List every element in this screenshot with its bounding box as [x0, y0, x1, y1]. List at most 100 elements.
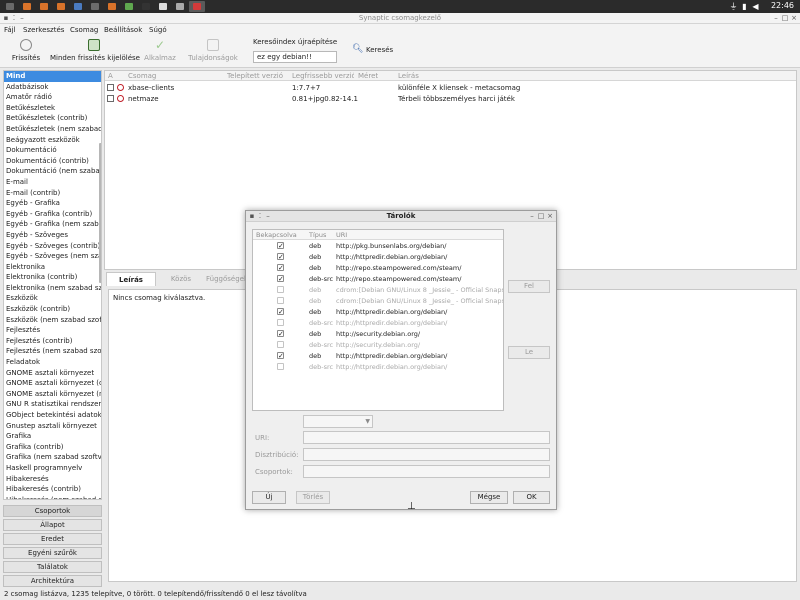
- table-row[interactable]: xbase-clients 1:7.7+7 különféle X kliensek…: [105, 83, 796, 93]
- taskbar-app-2-icon[interactable]: [36, 1, 52, 12]
- sidebar-item-category[interactable]: Betűkészletek (contrib): [4, 113, 101, 124]
- sidebar-item-category[interactable]: Egyéb - Szöveges: [4, 230, 101, 241]
- menu-edit[interactable]: Szerkesztés: [23, 26, 64, 34]
- package-checkbox[interactable]: [107, 94, 114, 102]
- sidebar-item-category[interactable]: Dokumentáció (nem szabad): [4, 166, 101, 177]
- dialog-maximize-button[interactable]: □: [537, 212, 545, 220]
- refresh-button[interactable]: Frissítés: [10, 36, 42, 66]
- sidebar-item-category[interactable]: Hibakeresés: [4, 474, 101, 485]
- sidebar-item-category[interactable]: Dokumentáció (contrib): [4, 156, 101, 167]
- sidebar-item-category[interactable]: Adatbázisok: [4, 82, 101, 93]
- filter-button[interactable]: Csoportok: [3, 505, 102, 517]
- sidebar-item-category[interactable]: Amatőr rádió: [4, 92, 101, 103]
- move-up-button[interactable]: Fel: [508, 280, 550, 293]
- sidebar-item-category[interactable]: Eszközök (nem szabad szoftver): [4, 315, 101, 326]
- tab-common[interactable]: Közös: [156, 272, 206, 286]
- list-item[interactable]: ✓ deb http://security.debian.org/: [253, 329, 503, 340]
- col-installed-version[interactable]: Telepített verzió: [227, 72, 283, 80]
- col-size[interactable]: Méret: [358, 72, 378, 80]
- repo-enabled-checkbox[interactable]: ✓: [277, 242, 284, 250]
- list-item[interactable]: ✓ deb http://repo.steampowered.com/steam/: [253, 263, 503, 274]
- dialog-close-button[interactable]: ×: [546, 212, 554, 220]
- sidebar-item-category[interactable]: Betűkészletek: [4, 103, 101, 114]
- sections-field[interactable]: [303, 465, 550, 478]
- taskbar-app-11-icon[interactable]: [189, 1, 205, 12]
- ok-button[interactable]: OK: [513, 491, 550, 504]
- list-item[interactable]: ✓ deb http://httpredir.debian.org/debian/: [253, 351, 503, 362]
- new-repo-button[interactable]: Új: [252, 491, 286, 504]
- col-uri[interactable]: URI: [336, 231, 347, 239]
- col-package[interactable]: Csomag: [128, 72, 156, 80]
- list-item[interactable]: deb-src http://httpredir.debian.org/debia…: [253, 318, 503, 329]
- taskbar-app-7-icon[interactable]: [121, 1, 137, 12]
- list-item[interactable]: deb cdrom:[Debian GNU/Linux 8 _Jessie_ - …: [253, 296, 503, 307]
- sidebar-scrollbar[interactable]: [99, 143, 101, 283]
- sidebar-item-category[interactable]: Betűkészletek (nem szabad): [4, 124, 101, 135]
- sidebar-item-category[interactable]: Elektronika: [4, 262, 101, 273]
- sidebar-item-category[interactable]: GNOME asztali környezet: [4, 368, 101, 379]
- repo-enabled-checkbox[interactable]: ✓: [277, 330, 284, 338]
- sidebar-item-category[interactable]: Grafika: [4, 431, 101, 442]
- sidebar-item-category[interactable]: Fejlesztés (contrib): [4, 336, 101, 347]
- taskbar-app-0-icon[interactable]: [2, 1, 18, 12]
- repo-enabled-checkbox[interactable]: ✓: [277, 275, 284, 283]
- volume-icon[interactable]: ◀: [751, 2, 760, 11]
- list-item[interactable]: ✓ deb http://httpredir.debian.org/debian/: [253, 252, 503, 263]
- quick-filter-input[interactable]: [253, 51, 337, 63]
- sidebar-item-category[interactable]: GNOME asztali környezet (nem szabad): [4, 389, 101, 400]
- repo-enabled-checkbox[interactable]: ✓: [277, 264, 284, 272]
- sidebar-item-category[interactable]: Egyéb - Szöveges (nem szabad): [4, 251, 101, 262]
- sidebar-item-category[interactable]: Egyéb - Grafika (nem szabad): [4, 219, 101, 230]
- tab-dependencies[interactable]: Függőségek: [206, 272, 246, 286]
- sidebar-item-category[interactable]: Fejlesztés: [4, 325, 101, 336]
- col-type[interactable]: Típus: [309, 231, 326, 239]
- sidebar-item-category[interactable]: Egyéb - Grafika: [4, 198, 101, 209]
- taskbar-app-4-icon[interactable]: [70, 1, 86, 12]
- taskbar-app-5-icon[interactable]: [87, 1, 103, 12]
- sidebar-item-category[interactable]: Elektronika (nem szabad szoftver): [4, 283, 101, 294]
- filter-button[interactable]: Eredet: [3, 533, 102, 545]
- taskbar-app-3-icon[interactable]: [53, 1, 69, 12]
- network-icon[interactable]: ⏚: [729, 2, 738, 11]
- sidebar-item-category[interactable]: Elektronika (contrib): [4, 272, 101, 283]
- sidebar-item-category[interactable]: Haskell programnyelv: [4, 463, 101, 474]
- repo-enabled-checkbox[interactable]: [277, 297, 284, 304]
- col-status[interactable]: A: [108, 72, 113, 80]
- move-down-button[interactable]: Le: [508, 346, 550, 359]
- taskbar-app-6-icon[interactable]: [104, 1, 120, 12]
- sidebar-item-category[interactable]: Feladatok: [4, 357, 101, 368]
- list-item[interactable]: deb-src http://httpredir.debian.org/debia…: [253, 362, 503, 373]
- col-description[interactable]: Leírás: [398, 72, 419, 80]
- sidebar-item-category[interactable]: GNU R statisztikai rendszer: [4, 399, 101, 410]
- taskbar-app-1-icon[interactable]: [19, 1, 35, 12]
- table-row[interactable]: netmaze 0.81+jpg0.82-14.1 Térbeli többszem…: [105, 94, 796, 104]
- menu-file[interactable]: Fájl: [4, 26, 16, 34]
- mark-all-upgrades-button[interactable]: Minden frissítés kijelölése: [50, 36, 140, 66]
- distribution-field[interactable]: [303, 448, 550, 461]
- taskbar-app-10-icon[interactable]: [172, 1, 188, 12]
- uri-field[interactable]: [303, 431, 550, 444]
- window-maximize-button[interactable]: □: [781, 14, 789, 22]
- sidebar-item-category[interactable]: GNOME asztali környezet (contrib): [4, 378, 101, 389]
- list-item[interactable]: deb cdrom:[Debian GNU/Linux 8 _Jessie_ - …: [253, 285, 503, 296]
- filter-button[interactable]: Találatok: [3, 561, 102, 573]
- repo-enabled-checkbox[interactable]: ✓: [277, 253, 284, 261]
- repo-enabled-checkbox[interactable]: [277, 341, 284, 348]
- sidebar-item-category[interactable]: Eszközök (contrib): [4, 304, 101, 315]
- sidebar-item-category[interactable]: Eszközök: [4, 293, 101, 304]
- sidebar-item-category[interactable]: Hibakeresés (contrib): [4, 484, 101, 495]
- col-latest-version[interactable]: Legfrissebb verzió: [292, 72, 354, 80]
- lock-icon[interactable]: ▮: [740, 2, 749, 11]
- filter-button[interactable]: Architektúra: [3, 575, 102, 587]
- col-enabled[interactable]: Bekapcsolva: [256, 231, 297, 239]
- window-minimize-button[interactable]: –: [772, 14, 780, 22]
- sidebar-item-category[interactable]: Gnustep asztali környezet: [4, 421, 101, 432]
- list-item[interactable]: deb-src http://security.debian.org/: [253, 340, 503, 351]
- taskbar-app-9-icon[interactable]: [155, 1, 171, 12]
- sidebar-item-category[interactable]: Dokumentáció: [4, 145, 101, 156]
- sidebar-item-category[interactable]: Hibakeresés (nem szabad szoftver): [4, 495, 101, 499]
- repo-enabled-checkbox[interactable]: ✓: [277, 308, 284, 316]
- sidebar-item-category[interactable]: Fejlesztés (nem szabad szoftver): [4, 346, 101, 357]
- filter-button[interactable]: Egyéni szűrők: [3, 547, 102, 559]
- sidebar-item-category[interactable]: Egyéb - Szöveges (contrib): [4, 241, 101, 252]
